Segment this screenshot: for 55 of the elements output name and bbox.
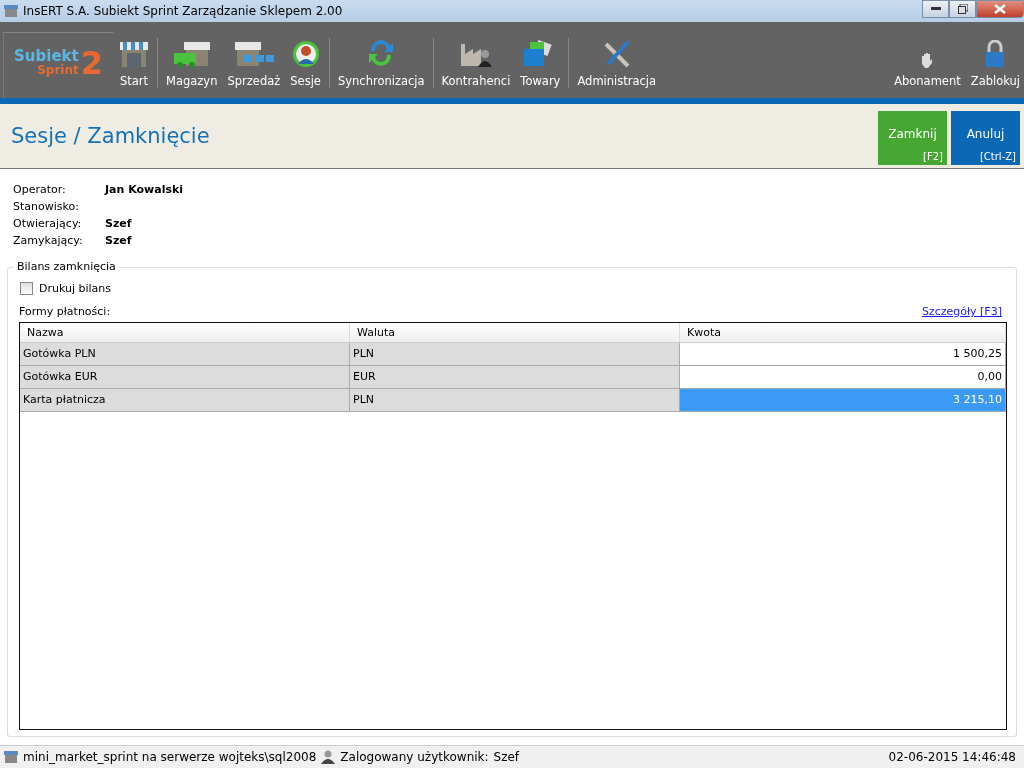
field-value: Szef xyxy=(105,217,133,230)
restore-button[interactable] xyxy=(949,0,976,18)
field-label: Zamykający: xyxy=(13,234,84,247)
database-icon xyxy=(4,751,18,763)
toolbar-button[interactable]: Kontrahenci xyxy=(437,38,515,88)
field-label: Operator: xyxy=(13,183,67,196)
toolbar-button[interactable]: Towary xyxy=(516,38,565,88)
shopping-cart-icon xyxy=(232,40,275,68)
app-icon xyxy=(4,5,18,17)
lock-icon xyxy=(984,40,1007,68)
close-button[interactable] xyxy=(976,0,1024,18)
table-cell: Gotówka EUR xyxy=(20,366,350,389)
payments-label: Formy płatności: xyxy=(19,305,111,318)
field-value: Jan Kowalski xyxy=(105,183,184,196)
person-icon xyxy=(291,40,320,68)
amount-cell[interactable]: 1 500,25 xyxy=(680,343,1006,366)
toolbar-button[interactable]: Administracja xyxy=(573,38,661,88)
user-label: Zalogowany użytkownik: xyxy=(340,750,489,764)
toolbar-button[interactable]: Magazyn xyxy=(162,38,222,88)
table-cell: Gotówka PLN xyxy=(20,343,350,366)
toolbar-button[interactable]: Start xyxy=(115,38,153,88)
page-title: Sesje / Zamknięcie xyxy=(10,123,210,148)
details-link[interactable]: Szczegóły [F3] xyxy=(921,305,1002,318)
toolbar-button[interactable]: Abonament xyxy=(890,38,965,88)
column-header[interactable]: Waluta xyxy=(350,323,680,342)
toolbar-button[interactable]: Synchronizacja xyxy=(333,38,429,88)
shop-icon xyxy=(119,40,149,68)
table-cell: PLN xyxy=(350,343,680,366)
minimize-icon xyxy=(930,7,941,11)
truck-icon xyxy=(171,40,212,68)
minimize-button[interactable] xyxy=(922,0,949,18)
close-session-button[interactable]: Zamknij [F2] xyxy=(878,111,947,165)
field-value: Szef xyxy=(105,234,133,247)
hand-icon xyxy=(920,52,935,68)
close-icon xyxy=(994,4,1006,14)
database-info: mini_market_sprint na serwerze wojteks\sql2008 xyxy=(23,750,317,764)
window-title: InsERT S.A. Subiekt Sprint Zarządzanie Sklepem 2.00 xyxy=(23,4,344,18)
table-cell: Karta płatnicza xyxy=(20,389,350,412)
field-label: Otwierający: xyxy=(13,217,83,230)
group-title: Bilans zamknięcia xyxy=(14,260,119,273)
toolbar-button[interactable]: Sprzedaż xyxy=(223,38,285,88)
column-header[interactable]: Nazwa xyxy=(20,323,350,342)
restore-icon xyxy=(957,4,968,14)
field-label: Stanowisko: xyxy=(13,200,80,213)
amount-cell[interactable]: 0,00 xyxy=(680,366,1006,389)
user-icon xyxy=(321,750,336,764)
user-name: Szef xyxy=(493,750,520,764)
date-time: 02-06-2015 14:46:48 xyxy=(888,750,1016,764)
print-balance-checkbox[interactable]: Drukuj bilans xyxy=(20,282,112,295)
cancel-button[interactable]: Anuluj [Ctrl-Z] xyxy=(951,111,1020,165)
table-cell: PLN xyxy=(350,389,680,412)
toolbar-button[interactable]: Zablokuj xyxy=(966,38,1024,88)
column-header[interactable]: Kwota xyxy=(680,323,1006,342)
table-cell: EUR xyxy=(350,366,680,389)
toolbar-button[interactable]: Sesje xyxy=(286,38,325,88)
